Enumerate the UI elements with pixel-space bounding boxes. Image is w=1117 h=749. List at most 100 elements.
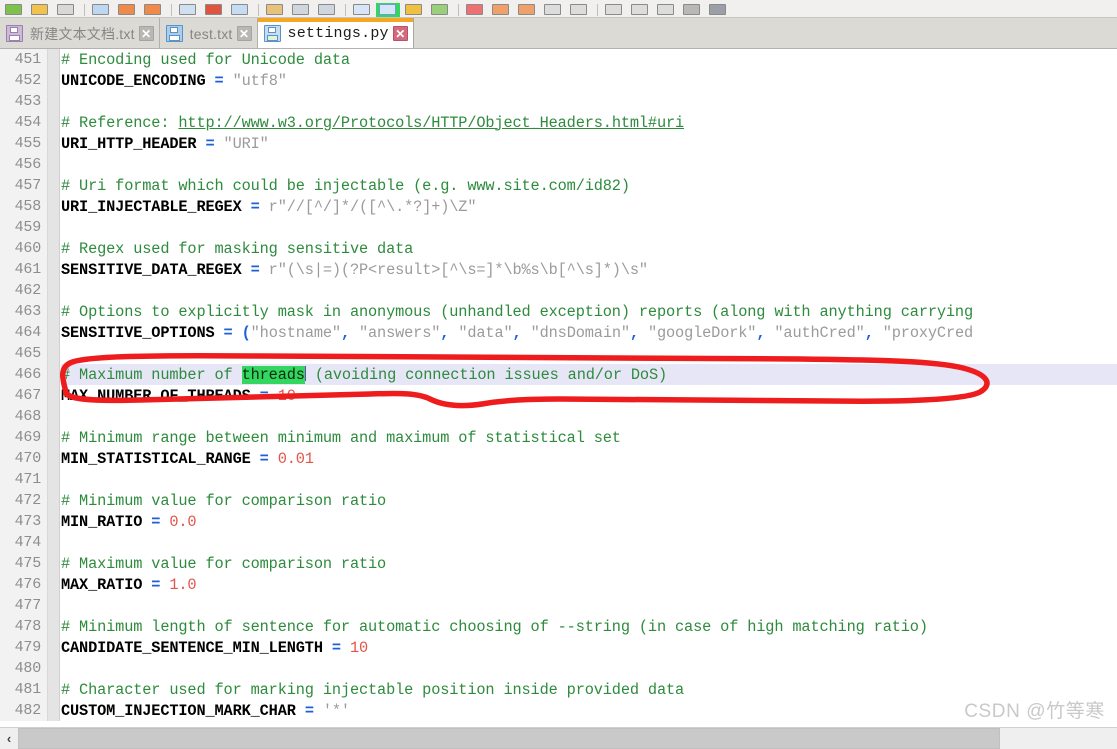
code-line[interactable]: 477 (0, 595, 1117, 616)
scrollbar-track[interactable] (18, 728, 1117, 749)
code-text[interactable]: # Maximum number of threads (avoiding co… (61, 366, 667, 384)
uppercase-icon[interactable] (602, 3, 626, 17)
paste-icon[interactable] (263, 3, 287, 17)
run-icon[interactable] (706, 3, 730, 17)
code-text[interactable]: MIN_STATISTICAL_RANGE = 0.01 (61, 450, 314, 468)
code-line[interactable]: 453 (0, 91, 1117, 112)
code-line[interactable]: 456 (0, 154, 1117, 175)
sync-scroll-h-icon[interactable] (489, 3, 513, 17)
code-line[interactable]: 461SENSITIVE_DATA_REGEX = r"(\s|=)(?P<re… (0, 259, 1117, 280)
zoom-out-icon[interactable] (428, 3, 452, 17)
code-text[interactable]: URI_HTTP_HEADER = "URI" (61, 135, 269, 153)
code-text[interactable]: URI_INJECTABLE_REGEX = r"//[^/]*/([^\.*?… (61, 198, 476, 216)
zoom-in-icon[interactable] (402, 3, 426, 17)
code-line[interactable]: 465 (0, 343, 1117, 364)
code-text[interactable]: # Options to explicitly mask in anonymou… (61, 303, 973, 321)
tab-active-2[interactable]: settings.py✕ (258, 18, 414, 49)
code-token: , (756, 324, 765, 342)
code-token: # Uri format which could be injectable (… (61, 177, 630, 195)
horizontal-scrollbar[interactable]: ‹ (0, 727, 1117, 749)
code-text[interactable]: # Minimum value for comparison ratio (61, 492, 386, 510)
code-token: = (251, 261, 260, 279)
code-line[interactable]: 467MAX_NUMBER_OF_THREADS = 10 (0, 385, 1117, 406)
code-text[interactable]: SENSITIVE_DATA_REGEX = r"(\s|=)(?P<resul… (61, 261, 648, 279)
code-token: SENSITIVE_DATA_REGEX (61, 261, 251, 279)
code-line[interactable]: 455URI_HTTP_HEADER = "URI" (0, 133, 1117, 154)
cut-icon[interactable] (202, 3, 226, 17)
code-line[interactable]: 462 (0, 280, 1117, 301)
code-text[interactable]: CANDIDATE_SENTENCE_MIN_LENGTH = 10 (61, 639, 368, 657)
code-line[interactable]: 468 (0, 406, 1117, 427)
tab-inactive-1[interactable]: test.txt✕ (160, 18, 258, 49)
show-all-chars-icon[interactable] (541, 3, 565, 17)
code-line[interactable]: 454# Reference: http://www.w3.org/Protoc… (0, 112, 1117, 133)
code-line[interactable]: 451# Encoding used for Unicode data (0, 49, 1117, 70)
replace-icon[interactable] (376, 3, 400, 17)
scrollbar-thumb[interactable] (18, 728, 1000, 749)
code-line[interactable]: 457# Uri format which could be injectabl… (0, 175, 1117, 196)
code-line[interactable]: 478# Minimum length of sentence for auto… (0, 616, 1117, 637)
code-line[interactable]: 471 (0, 469, 1117, 490)
code-text[interactable]: # Maximum value for comparison ratio (61, 555, 386, 573)
play-macro-icon[interactable] (680, 3, 704, 17)
code-line[interactable]: 458URI_INJECTABLE_REGEX = r"//[^/]*/([^\… (0, 196, 1117, 217)
code-line[interactable]: 479CANDIDATE_SENTENCE_MIN_LENGTH = 10 (0, 637, 1117, 658)
find-icon[interactable] (350, 3, 374, 17)
code-line[interactable]: 460# Regex used for masking sensitive da… (0, 238, 1117, 259)
code-editor[interactable]: 451# Encoding used for Unicode data452UN… (0, 49, 1117, 721)
code-line[interactable]: 464SENSITIVE_OPTIONS = ("hostname", "ans… (0, 322, 1117, 343)
code-token: "googleDork" (639, 324, 756, 342)
indent-guide-icon[interactable] (567, 3, 591, 17)
print-icon[interactable] (176, 3, 200, 17)
close-icon[interactable] (115, 3, 139, 17)
code-text[interactable]: UNICODE_ENCODING = "utf8" (61, 72, 287, 90)
stop-macro-icon[interactable] (654, 3, 678, 17)
record-macro-icon[interactable] (628, 3, 652, 17)
code-text[interactable]: # Minimum range between minimum and maxi… (61, 429, 621, 447)
code-line[interactable]: 459 (0, 217, 1117, 238)
new-file-icon[interactable] (2, 3, 26, 17)
sync-scroll-v-icon[interactable] (463, 3, 487, 17)
copy-icon[interactable] (228, 3, 252, 17)
code-text[interactable]: # Uri format which could be injectable (… (61, 177, 630, 195)
code-text[interactable]: CUSTOM_INJECTION_MARK_CHAR = '*' (61, 702, 350, 720)
code-token: r"(\s|=)(?P<result>[^\s=]*\b%s\b[^\s]*)\… (260, 261, 648, 279)
redo-icon[interactable] (315, 3, 339, 17)
code-token: = (260, 387, 269, 405)
code-text[interactable]: # Character used for marking injectable … (61, 681, 684, 699)
code-line[interactable]: 474 (0, 532, 1117, 553)
code-text[interactable]: # Encoding used for Unicode data (61, 51, 350, 69)
code-text[interactable]: # Regex used for masking sensitive data (61, 240, 413, 258)
code-line[interactable]: 463# Options to explicitly mask in anony… (0, 301, 1117, 322)
code-token: = (251, 198, 260, 216)
code-line[interactable]: 476MAX_RATIO = 1.0 (0, 574, 1117, 595)
tab-close-icon[interactable]: ✕ (139, 26, 154, 41)
open-file-icon[interactable] (28, 3, 52, 17)
code-line[interactable]: 475# Maximum value for comparison ratio (0, 553, 1117, 574)
code-text[interactable]: MIN_RATIO = 0.0 (61, 513, 196, 531)
word-wrap-icon[interactable] (515, 3, 539, 17)
tab-inactive-0[interactable]: 新建文本文档.txt✕ (0, 18, 160, 49)
tab-close-icon[interactable]: ✕ (237, 26, 252, 41)
code-text[interactable]: MAX_RATIO = 1.0 (61, 576, 196, 594)
save-icon[interactable] (54, 3, 78, 17)
code-text[interactable]: # Minimum length of sentence for automat… (61, 618, 928, 636)
code-text[interactable]: MAX_NUMBER_OF_THREADS = 10 (61, 387, 296, 405)
code-line[interactable]: 469# Minimum range between minimum and m… (0, 427, 1117, 448)
undo-icon[interactable] (289, 3, 313, 17)
code-line[interactable]: 481# Character used for marking injectab… (0, 679, 1117, 700)
code-text[interactable]: # Reference: http://www.w3.org/Protocols… (61, 114, 684, 132)
save-all-icon[interactable] (89, 3, 113, 17)
code-text-area[interactable]: 451# Encoding used for Unicode data452UN… (0, 49, 1117, 721)
code-line[interactable]: 480 (0, 658, 1117, 679)
code-line[interactable]: 473MIN_RATIO = 0.0 (0, 511, 1117, 532)
code-line[interactable]: 482CUSTOM_INJECTION_MARK_CHAR = '*' (0, 700, 1117, 721)
code-text[interactable]: SENSITIVE_OPTIONS = ("hostname", "answer… (61, 324, 973, 342)
scroll-left-arrow[interactable]: ‹ (0, 728, 18, 749)
code-line[interactable]: 472# Minimum value for comparison ratio (0, 490, 1117, 511)
code-line[interactable]: 466# Maximum number of threads (avoiding… (0, 364, 1117, 385)
close-all-icon[interactable] (141, 3, 165, 17)
tab-close-icon[interactable]: ✕ (393, 26, 408, 41)
code-line[interactable]: 452UNICODE_ENCODING = "utf8" (0, 70, 1117, 91)
code-line[interactable]: 470MIN_STATISTICAL_RANGE = 0.01 (0, 448, 1117, 469)
